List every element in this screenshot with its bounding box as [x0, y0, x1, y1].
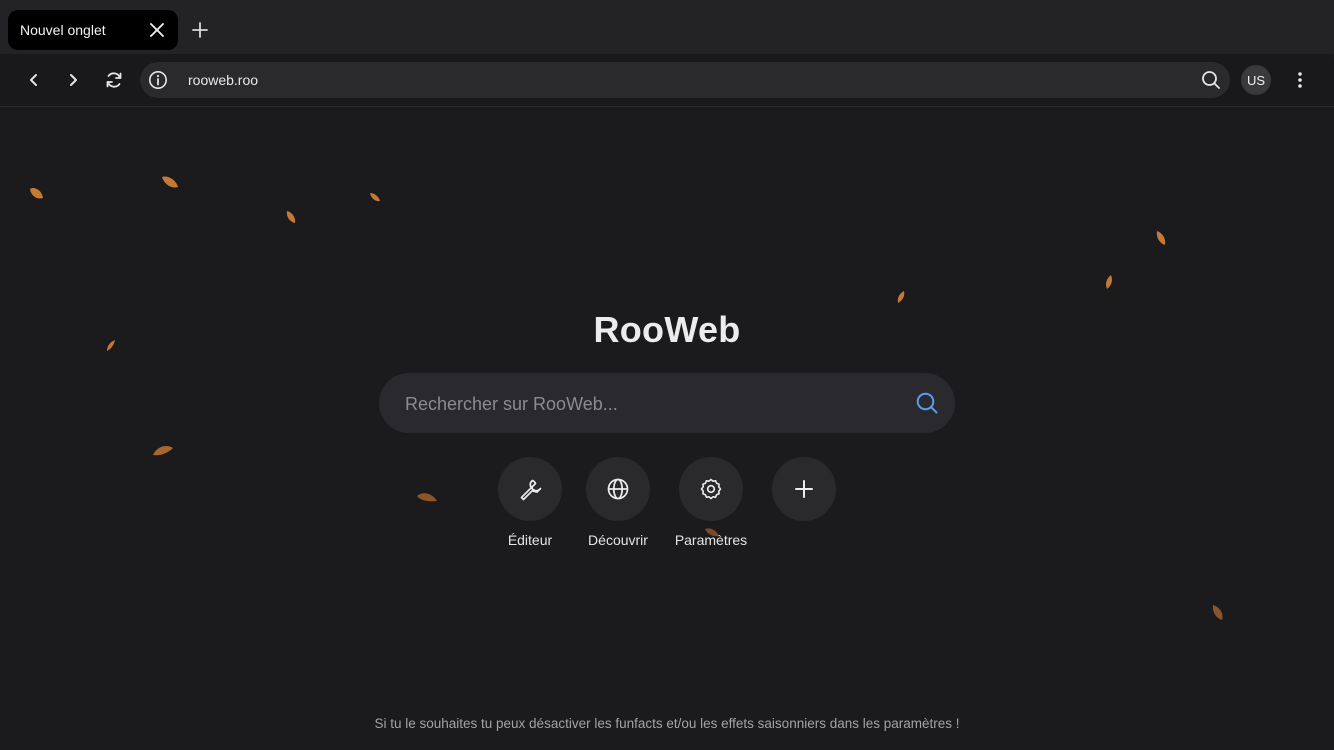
search-input[interactable]	[403, 373, 897, 435]
shortcut-editor: Éditeur	[480, 457, 580, 548]
tab-bar: Nouvel onglet	[0, 0, 1334, 54]
shortcut-label: Éditeur	[507, 532, 553, 548]
browser-toolbar: rooweb.roo US	[0, 54, 1334, 107]
shortcut-discover: Découvrir	[568, 457, 668, 548]
footer-tip: Si tu le souhaites tu peux désactiver le…	[374, 716, 960, 731]
leaf-icon	[30, 188, 43, 199]
wrench-icon	[520, 479, 542, 501]
address-bar[interactable]: rooweb.roo	[140, 62, 1230, 98]
leaf-icon	[162, 176, 178, 188]
new-tab-button[interactable]	[188, 18, 212, 42]
forward-button[interactable]	[60, 67, 86, 93]
shortcut-settings: Paramètres	[661, 457, 761, 548]
plus-icon	[795, 480, 813, 498]
add-shortcut-button[interactable]	[772, 457, 836, 521]
tab-title: Nouvel onglet	[20, 22, 106, 38]
shortcut-discover-button[interactable]	[586, 457, 650, 521]
shortcut-label: Paramètres	[674, 532, 748, 548]
leaf-icon	[897, 291, 905, 303]
globe-icon	[607, 478, 629, 500]
chevron-left-icon	[30, 74, 37, 86]
page-title: RooWeb	[593, 309, 741, 350]
shortcut-settings-button[interactable]	[679, 457, 743, 521]
plus-icon	[192, 22, 208, 38]
reload-icon	[106, 72, 122, 88]
more-menu-button[interactable]	[1290, 68, 1310, 92]
shortcut-label: Découvrir	[588, 532, 648, 548]
back-button[interactable]	[21, 67, 47, 93]
chevron-right-icon	[70, 74, 77, 86]
avatar[interactable]: US	[1241, 65, 1271, 95]
leaf-icon	[1106, 275, 1112, 289]
info-icon[interactable]	[148, 70, 168, 90]
reload-button[interactable]	[101, 67, 127, 93]
leaf-icon	[1212, 605, 1223, 620]
search-icon[interactable]	[1200, 69, 1222, 91]
gear-icon	[700, 478, 722, 500]
leaf-icon	[370, 193, 380, 202]
more-vertical-icon	[1298, 72, 1302, 88]
search-icon[interactable]	[915, 391, 939, 415]
leaf-icon	[1156, 231, 1166, 245]
url-text[interactable]: rooweb.roo	[188, 72, 258, 88]
shortcut-editor-button[interactable]	[498, 457, 562, 521]
leaf-icon	[286, 211, 296, 223]
search-box	[379, 373, 955, 435]
leaf-icon	[417, 493, 437, 502]
new-tab-page: RooWeb Éditeur Découvrir	[0, 107, 1334, 750]
tab-active[interactable]: Nouvel onglet	[8, 10, 178, 50]
leaf-icon	[153, 446, 173, 456]
close-icon[interactable]	[148, 21, 166, 39]
shortcut-add	[754, 457, 854, 532]
